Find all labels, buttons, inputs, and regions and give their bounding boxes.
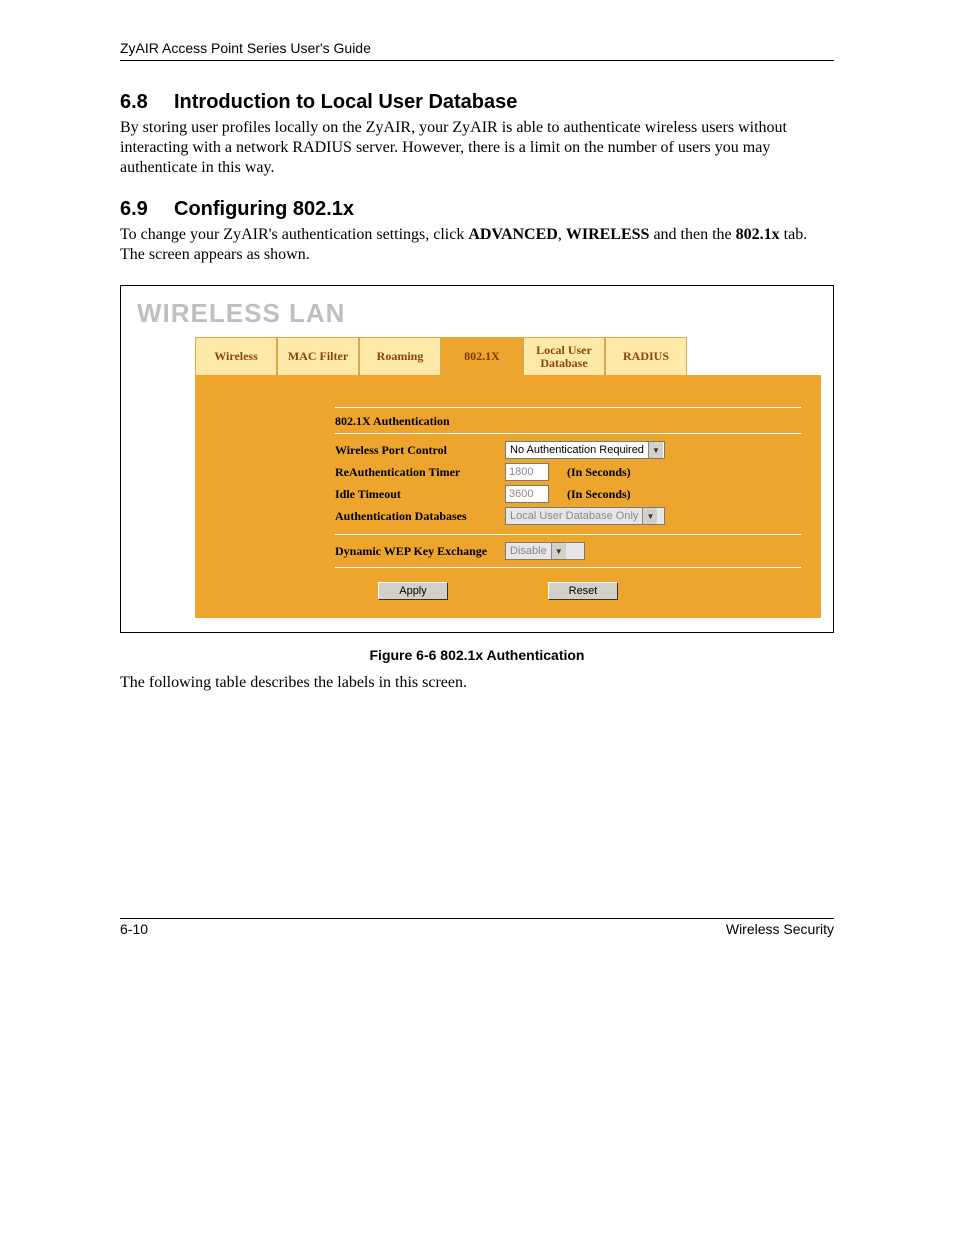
button-row: Apply Reset <box>335 582 801 600</box>
tab-local-user-database[interactable]: Local User Database <box>523 337 605 375</box>
divider <box>335 567 801 568</box>
select-port-control[interactable]: No Authentication Required ▼ <box>505 441 665 459</box>
tab-wireless[interactable]: Wireless <box>195 337 277 375</box>
tabs-container: Wireless MAC Filter Roaming 802.1X Local… <box>195 337 821 618</box>
screenshot-figure: WIRELESS LAN Wireless MAC Filter Roaming… <box>120 285 834 633</box>
label-auth-db: Authentication Databases <box>335 509 505 524</box>
divider <box>335 534 801 535</box>
page-header-rule: ZyAIR Access Point Series User's Guide <box>120 40 834 61</box>
page-footer: 6-10 Wireless Security <box>120 918 834 937</box>
section-6-9-body: To change your ZyAIR's authentication se… <box>120 225 834 265</box>
tab-bar: Wireless MAC Filter Roaming 802.1X Local… <box>195 337 821 375</box>
divider <box>335 433 801 434</box>
reset-button[interactable]: Reset <box>548 582 618 600</box>
section-6-8-heading: 6.8Introduction to Local User Database <box>120 91 834 114</box>
row-auth-db: Authentication Databases Local User Data… <box>335 506 801 526</box>
select-value: Disable <box>510 545 547 557</box>
input-idle-timeout[interactable]: 3600 <box>505 485 549 503</box>
body-bold: 802.1x <box>736 226 780 243</box>
select-value: No Authentication Required <box>510 444 644 456</box>
divider <box>335 407 801 408</box>
chevron-down-icon: ▼ <box>642 508 657 524</box>
tab-roaming[interactable]: Roaming <box>359 337 441 375</box>
suffix-seconds: (In Seconds) <box>567 465 631 480</box>
apply-button[interactable]: Apply <box>378 582 448 600</box>
section-6-9-heading: 6.9Configuring 802.1x <box>120 198 834 221</box>
page-number: 6-10 <box>120 921 148 937</box>
body-text: and then the <box>649 226 735 243</box>
section-title: Configuring 802.1x <box>174 198 354 220</box>
tab-radius[interactable]: RADIUS <box>605 337 687 375</box>
settings-panel: 802.1X Authentication Wireless Port Cont… <box>195 375 821 618</box>
select-dyn-wep[interactable]: Disable ▼ <box>505 542 585 560</box>
body-bold: WIRELESS <box>566 226 650 243</box>
body-bold: ADVANCED <box>468 226 558 243</box>
footer-section-name: Wireless Security <box>726 921 834 937</box>
section-6-8-body: By storing user profiles locally on the … <box>120 118 834 178</box>
auth-section-title: 802.1X Authentication <box>335 414 801 429</box>
figure-caption: Figure 6-6 802.1x Authentication <box>120 647 834 663</box>
select-auth-db[interactable]: Local User Database Only ▼ <box>505 507 665 525</box>
label-dyn-wep: Dynamic WEP Key Exchange <box>335 544 505 559</box>
row-reauth-timer: ReAuthentication Timer 1800 (In Seconds) <box>335 462 801 482</box>
suffix-seconds: (In Seconds) <box>567 487 631 502</box>
select-value: Local User Database Only <box>510 510 638 522</box>
body-text: , <box>558 226 566 243</box>
row-dyn-wep: Dynamic WEP Key Exchange Disable ▼ <box>335 541 801 561</box>
section-number: 6.8 <box>120 91 174 114</box>
chevron-down-icon: ▼ <box>648 442 663 458</box>
guide-title: ZyAIR Access Point Series User's Guide <box>120 40 371 56</box>
tab-mac-filter[interactable]: MAC Filter <box>277 337 359 375</box>
row-idle-timeout: Idle Timeout 3600 (In Seconds) <box>335 484 801 504</box>
tab-8021x[interactable]: 802.1X <box>441 337 523 375</box>
label-reauth-timer: ReAuthentication Timer <box>335 465 505 480</box>
label-idle-timeout: Idle Timeout <box>335 487 505 502</box>
body-text: To change your ZyAIR's authentication se… <box>120 226 468 243</box>
chevron-down-icon: ▼ <box>551 543 566 559</box>
after-figure-text: The following table describes the labels… <box>120 673 834 693</box>
row-port-control: Wireless Port Control No Authentication … <box>335 440 801 460</box>
label-port-control: Wireless Port Control <box>335 443 505 458</box>
wireless-lan-title: WIRELESS LAN <box>137 298 821 329</box>
section-title: Introduction to Local User Database <box>174 91 517 113</box>
input-reauth-timer[interactable]: 1800 <box>505 463 549 481</box>
section-number: 6.9 <box>120 198 174 221</box>
